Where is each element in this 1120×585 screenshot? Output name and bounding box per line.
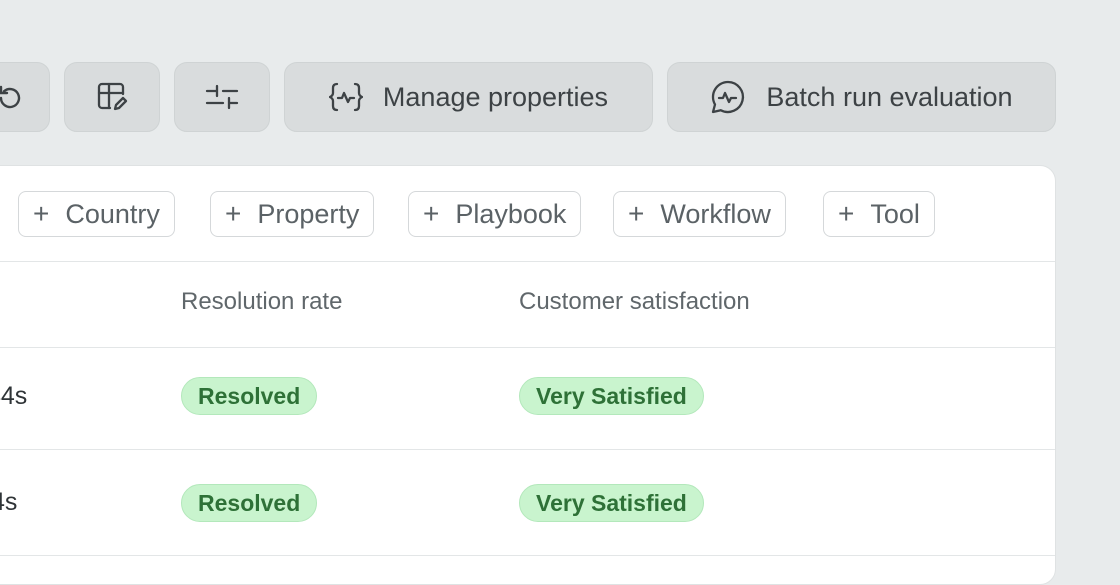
filter-chip-property[interactable]: + Property (210, 191, 374, 237)
status-badge: Resolved (181, 377, 317, 415)
filter-chip-country[interactable]: + Country (18, 191, 175, 237)
manage-properties-label: Manage properties (383, 82, 608, 113)
table-edit-icon (95, 80, 129, 114)
filter-chip-label: Playbook (455, 199, 566, 230)
duration-cell: 44s (0, 382, 27, 411)
conversations-table-panel: + Country + Property + Playbook + Workfl… (0, 165, 1056, 585)
plus-icon: + (423, 200, 439, 228)
table-row[interactable]: 44s Resolved Very Satisfied (0, 348, 1055, 449)
filter-chip-tool[interactable]: + Tool (823, 191, 935, 237)
filter-chip-playbook[interactable]: + Playbook (408, 191, 581, 237)
refresh-icon (0, 83, 25, 113)
column-header-resolution-rate[interactable]: Resolution rate (181, 288, 342, 316)
filter-chip-label: Tool (870, 199, 920, 230)
chat-pulse-icon (710, 79, 746, 115)
sliders-icon (205, 82, 239, 112)
satisfaction-badge: Very Satisfied (519, 484, 704, 522)
filter-chip-label: Property (257, 199, 359, 230)
plus-icon: + (33, 200, 49, 228)
manage-properties-button[interactable]: Manage properties (284, 62, 653, 132)
braces-pulse-icon (329, 81, 363, 113)
filter-settings-button[interactable] (174, 62, 270, 132)
duration-cell: 4s (0, 488, 17, 517)
refresh-button[interactable] (0, 62, 50, 132)
plus-icon: + (225, 200, 241, 228)
filter-chip-label: Workflow (660, 199, 771, 230)
table-row[interactable]: 4s Resolved Very Satisfied (0, 450, 1055, 555)
column-header-customer-satisfaction[interactable]: Customer satisfaction (519, 288, 750, 316)
plus-icon: + (838, 200, 854, 228)
divider (0, 261, 1055, 262)
plus-icon: + (628, 200, 644, 228)
status-badge: Resolved (181, 484, 317, 522)
batch-run-evaluation-button[interactable]: Batch run evaluation (667, 62, 1056, 132)
batch-run-evaluation-label: Batch run evaluation (766, 82, 1012, 113)
satisfaction-badge: Very Satisfied (519, 377, 704, 415)
table-edit-button[interactable] (64, 62, 160, 132)
filter-chip-label: Country (65, 199, 160, 230)
filter-chip-workflow[interactable]: + Workflow (613, 191, 786, 237)
